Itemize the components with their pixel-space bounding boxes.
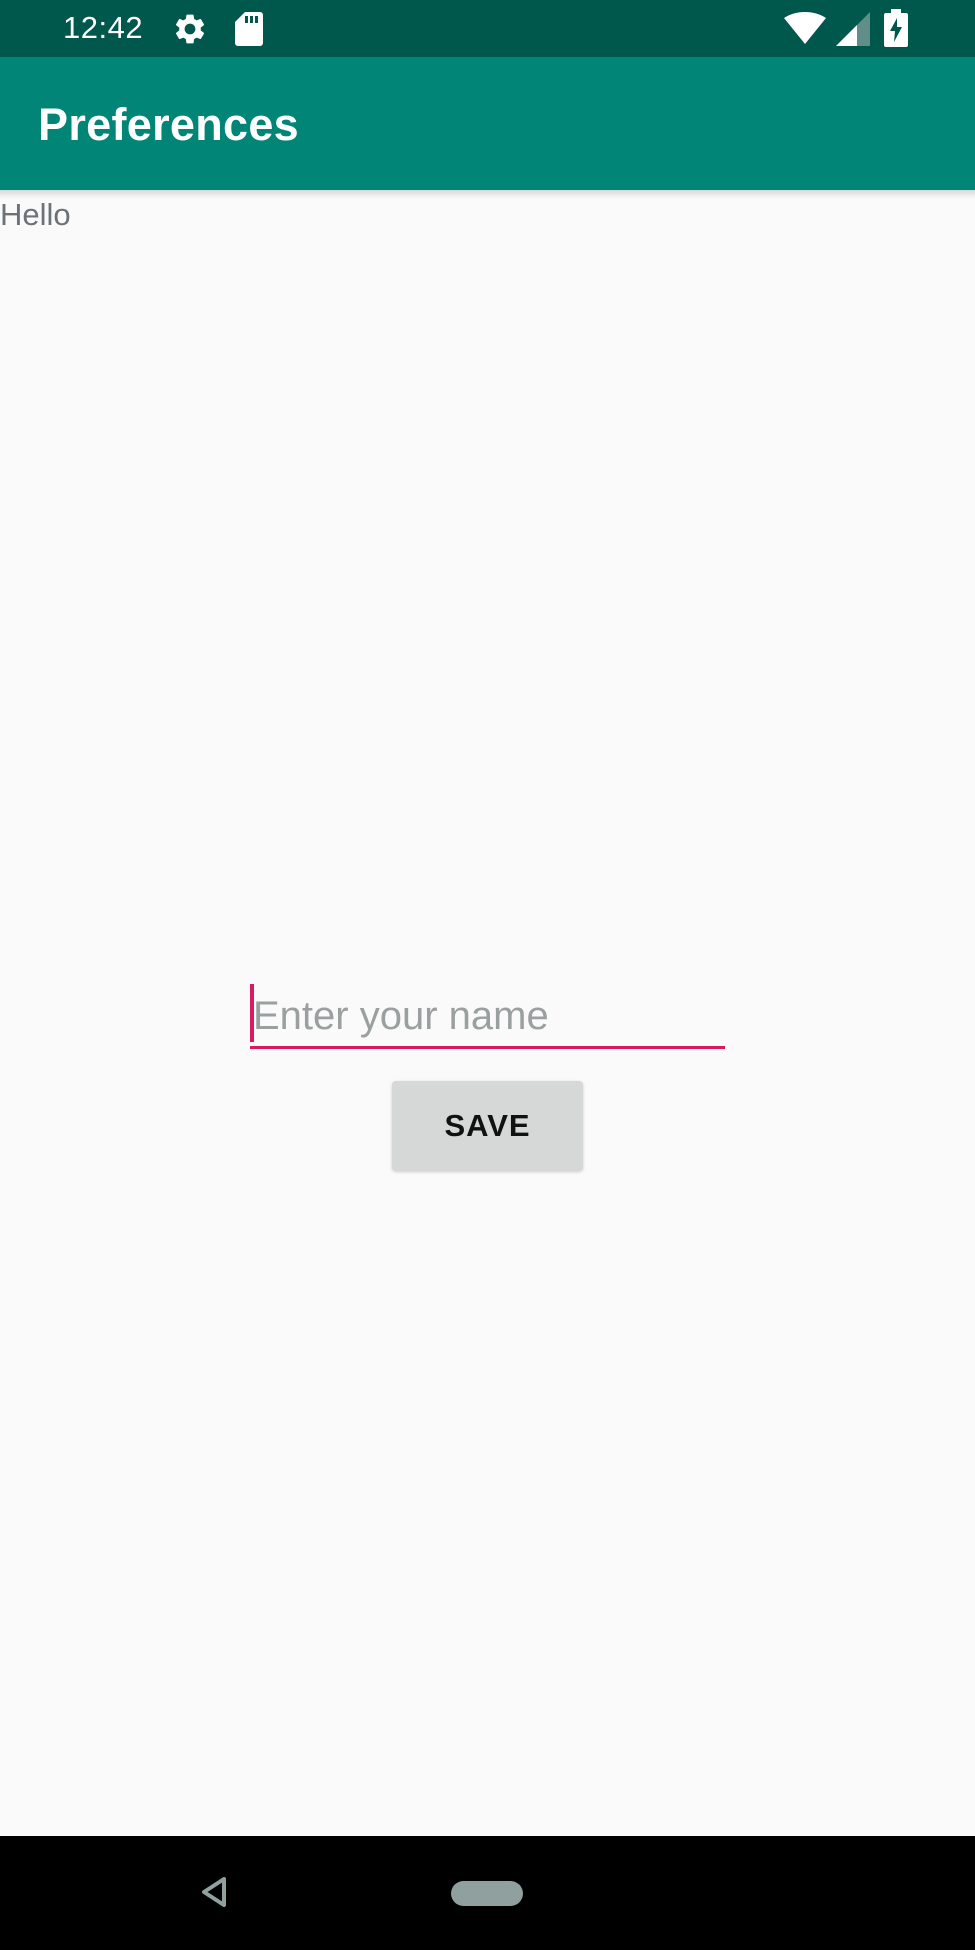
sd-card-icon: [235, 12, 263, 46]
wifi-icon: [784, 12, 826, 44]
screen: 12:42 Preferences Hello Enter your name …: [0, 0, 975, 1950]
navigation-bar: [0, 1836, 975, 1950]
gear-icon: [175, 14, 205, 44]
name-field[interactable]: [250, 980, 725, 1050]
back-icon[interactable]: [200, 1876, 228, 1908]
page-title: Preferences: [38, 99, 299, 150]
battery-charging-icon: [884, 9, 908, 47]
app-bar: Preferences: [0, 57, 975, 190]
cell-signal-icon: [836, 12, 870, 46]
text-cursor: [250, 984, 254, 1042]
greeting-text: Hello: [0, 197, 71, 232]
status-time: 12:42: [63, 10, 144, 45]
home-pill-icon[interactable]: [451, 1881, 523, 1906]
save-button[interactable]: SAVE: [392, 1081, 583, 1171]
name-input[interactable]: [250, 980, 725, 1046]
status-bar: 12:42: [0, 0, 975, 57]
input-underline: [250, 1046, 725, 1049]
app-bar-shadow: [0, 190, 975, 199]
